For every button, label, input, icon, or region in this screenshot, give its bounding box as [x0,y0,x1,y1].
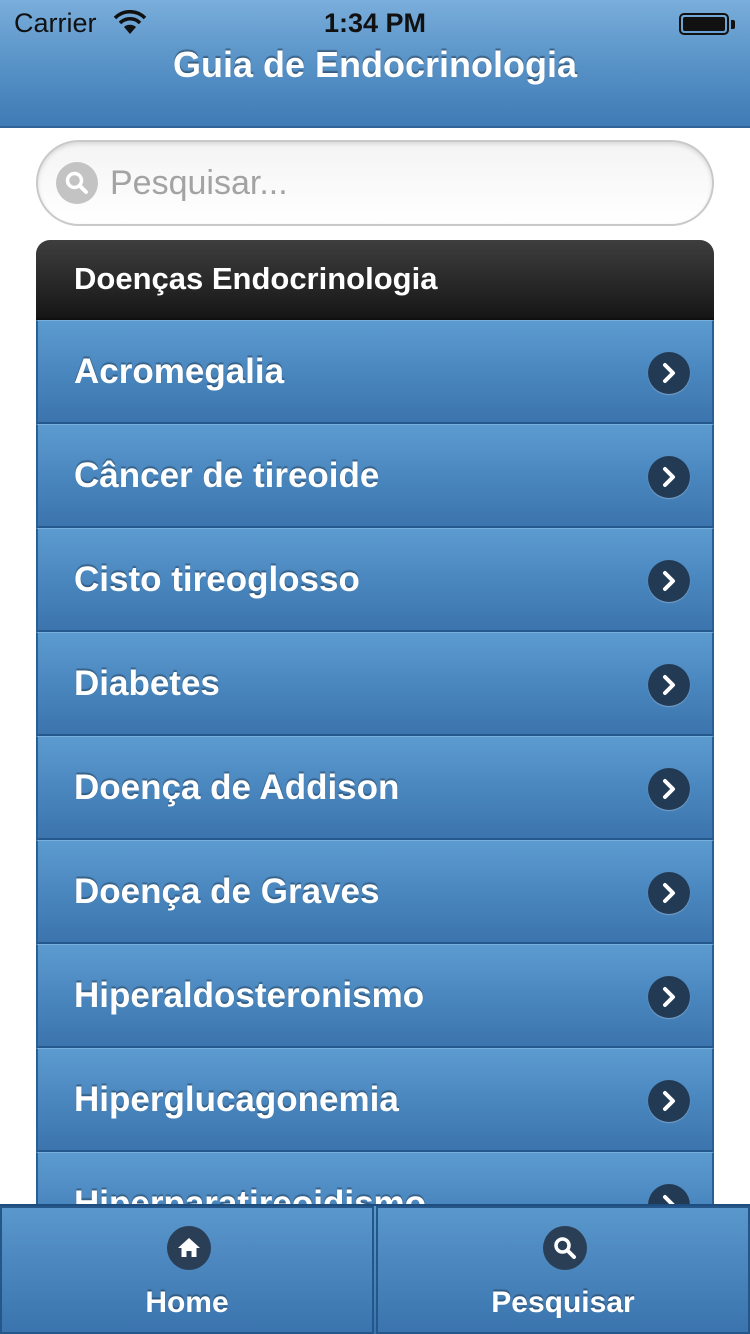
chevron-right-icon [648,1184,690,1204]
header-bar: Carrier 1:34 PM Guia de Endocrinologia [0,0,750,128]
list-section-header: Doenças Endocrinologia [36,240,714,320]
chevron-right-icon [648,664,690,706]
search-bar[interactable] [36,140,714,226]
list-item-label: Doença de Graves [74,872,380,911]
list-item[interactable]: Acromegalia [36,320,714,424]
list-item[interactable]: Doença de Addison [36,736,714,840]
list-item-label: Diabetes [74,664,220,703]
list-item[interactable]: Doença de Graves [36,840,714,944]
home-icon [167,1226,211,1270]
tab-home[interactable]: Home [0,1206,374,1334]
list-item[interactable]: Hiperaldosteronismo [36,944,714,1048]
chevron-right-icon [648,456,690,498]
search-icon [543,1226,587,1270]
disease-list: Doenças Endocrinologia Acromegalia Cânce… [36,240,714,1204]
search-input[interactable] [110,142,690,224]
list-item-label: Doença de Addison [74,768,400,807]
list-item[interactable]: Diabetes [36,632,714,736]
chevron-right-icon [648,1080,690,1122]
chevron-right-icon [648,872,690,914]
list-item-label: Cisto tireoglosso [74,560,360,599]
search-icon [56,162,98,204]
clock: 1:34 PM [323,8,427,38]
tab-home-label: Home [145,1286,229,1319]
battery-icon [679,13,739,37]
list-item-label: Acromegalia [74,352,285,391]
list-item[interactable]: Câncer de tireoide [36,424,714,528]
list-item[interactable]: Hiperparatireoidismo [36,1152,714,1204]
list-item[interactable]: Hiperglucagonemia [36,1048,714,1152]
chevron-right-icon [648,352,690,394]
list-item-label: Hiperparatireoidismo [74,1184,427,1204]
tab-search-label: Pesquisar [491,1286,635,1319]
chevron-right-icon [648,976,690,1018]
chevron-right-icon [648,560,690,602]
list-item-label: Câncer de tireoide [74,456,380,495]
list-item[interactable]: Cisto tireoglosso [36,528,714,632]
list-item-label: Hiperaldosteronismo [74,976,425,1015]
tab-search[interactable]: Pesquisar [376,1206,750,1334]
list-item-label: Hiperglucagonemia [74,1080,399,1119]
chevron-right-icon [648,768,690,810]
page-title: Guia de Endocrinologia [172,44,578,85]
tab-bar: Home Pesquisar [0,1204,750,1334]
